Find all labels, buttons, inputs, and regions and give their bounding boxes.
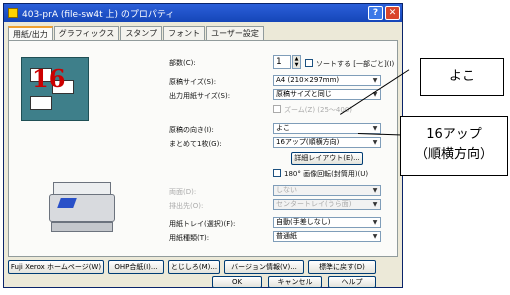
help-button[interactable]: ヘルプ — [328, 276, 376, 288]
duplex-value: しない — [276, 186, 297, 194]
zoom-checkbox[interactable] — [273, 105, 281, 113]
version-button[interactable]: バージョン情報(V)... — [224, 260, 304, 274]
doc-size-label: 原稿サイズ(S): — [169, 78, 217, 86]
close-button[interactable]: ✕ — [385, 6, 400, 20]
nup-label: まとめて1枚(G): — [169, 140, 222, 148]
chevron-down-icon: ▼ — [372, 125, 378, 132]
doc-size-value: A4 (210×297mm) — [276, 76, 340, 84]
duplex-select[interactable]: しない ▼ — [273, 185, 381, 196]
layout-preview: 16 — [21, 57, 89, 121]
chevron-down-icon: ▼ — [372, 139, 378, 146]
paper-type-label: 用紙種類(T): — [169, 234, 210, 242]
printer-app-icon — [8, 8, 18, 18]
printer-tray — [51, 222, 113, 232]
margin-button[interactable]: とじしろ(M)... — [168, 260, 220, 274]
printer-body — [49, 194, 115, 222]
nup-callout: 16アップ （順横方向） — [400, 116, 508, 176]
title-bar: 403-prA (file-sw4t 上) のプロパティ ? ✕ — [4, 4, 402, 22]
nup-callout-line1: 16アップ — [426, 127, 482, 142]
sort-label: ソートする [一部ごと](I) — [316, 60, 395, 68]
nup-select[interactable]: 16アップ(順横方向) ▼ — [273, 137, 381, 148]
output-tray-select[interactable]: センタートレイ(うら面) ▼ — [273, 199, 381, 210]
orientation-callout: よこ — [420, 58, 504, 96]
nup-value: 16アップ(順横方向) — [276, 138, 340, 146]
tab-user-settings[interactable]: ユーザー設定 — [206, 26, 264, 40]
output-size-label: 出力用紙サイズ(S): — [169, 92, 231, 100]
copies-input[interactable]: 1 — [273, 55, 291, 69]
help-title-button[interactable]: ? — [368, 6, 383, 20]
homepage-button[interactable]: Fuji Xerox ホームページ(W) — [8, 260, 104, 274]
tab-graphics[interactable]: グラフィックス — [53, 26, 120, 40]
output-size-value: 原稿サイズと同じ — [276, 90, 332, 98]
paper-tray-select[interactable]: 自動(手差しなし) ▼ — [273, 217, 381, 228]
chevron-down-icon: ▼ — [372, 219, 378, 226]
nup-callout-line2: （順横方向） — [414, 147, 493, 162]
paper-tray-value: 自動(手差しなし) — [276, 218, 331, 226]
detail-layout-button[interactable]: 詳細レイアウト(E)... — [291, 152, 363, 165]
chevron-down-icon: ▼ — [372, 201, 378, 208]
tab-font[interactable]: フォント — [163, 26, 206, 40]
chevron-down-icon: ▼ — [372, 77, 378, 84]
printer-properties-dialog: 403-prA (file-sw4t 上) のプロパティ ? ✕ 用紙/出力 グ… — [3, 3, 403, 288]
restore-default-button[interactable]: 標準に戻す(D) — [308, 260, 376, 274]
copies-label: 部数(C): — [169, 59, 196, 67]
tab-strip: 用紙/出力 グラフィックス スタンプ フォント ユーザー設定 — [8, 26, 265, 41]
rotate-checkbox[interactable] — [273, 169, 281, 177]
doc-size-select[interactable]: A4 (210×297mm) ▼ — [273, 75, 381, 86]
rotate-label: 180° 画像回転(封筒用)(U) — [284, 170, 369, 178]
printer-illustration-icon — [43, 178, 121, 236]
ohp-button[interactable]: OHP合紙(I)... — [108, 260, 164, 274]
window-title: 403-prA (file-sw4t 上) のプロパティ — [22, 9, 175, 20]
tab-panel: 16 部数(C): 1 ▲ ▼ ソートする [一部ごと](I) 原稿サイズ(S):… — [8, 40, 398, 257]
preview-nup-number: 16 — [32, 64, 66, 93]
cancel-button[interactable]: キャンセル — [268, 276, 322, 288]
ok-button[interactable]: OK — [212, 276, 262, 288]
copies-spinner[interactable]: ▲ ▼ — [292, 55, 301, 69]
tab-stamp[interactable]: スタンプ — [120, 26, 163, 40]
chevron-down-icon: ▼ — [372, 233, 378, 240]
output-tray-value: センタートレイ(うら面) — [276, 200, 352, 208]
paper-tray-label: 用紙トレイ(選択)(F): — [169, 220, 236, 228]
tab-paper-output[interactable]: 用紙/出力 — [8, 26, 53, 41]
chevron-down-icon: ▼ — [372, 187, 378, 194]
orientation-value: よこ — [276, 124, 290, 132]
orientation-label: 原稿の向き(I): — [169, 126, 214, 134]
preview-sheet-icon — [30, 96, 52, 110]
sort-checkbox[interactable] — [305, 59, 313, 67]
orientation-callout-text: よこ — [448, 69, 475, 84]
output-tray-label: 排出先(O): — [169, 202, 204, 210]
paper-type-select[interactable]: 普通紙 ▼ — [273, 231, 381, 242]
duplex-label: 両面(D): — [169, 188, 197, 196]
paper-type-value: 普通紙 — [276, 232, 297, 240]
